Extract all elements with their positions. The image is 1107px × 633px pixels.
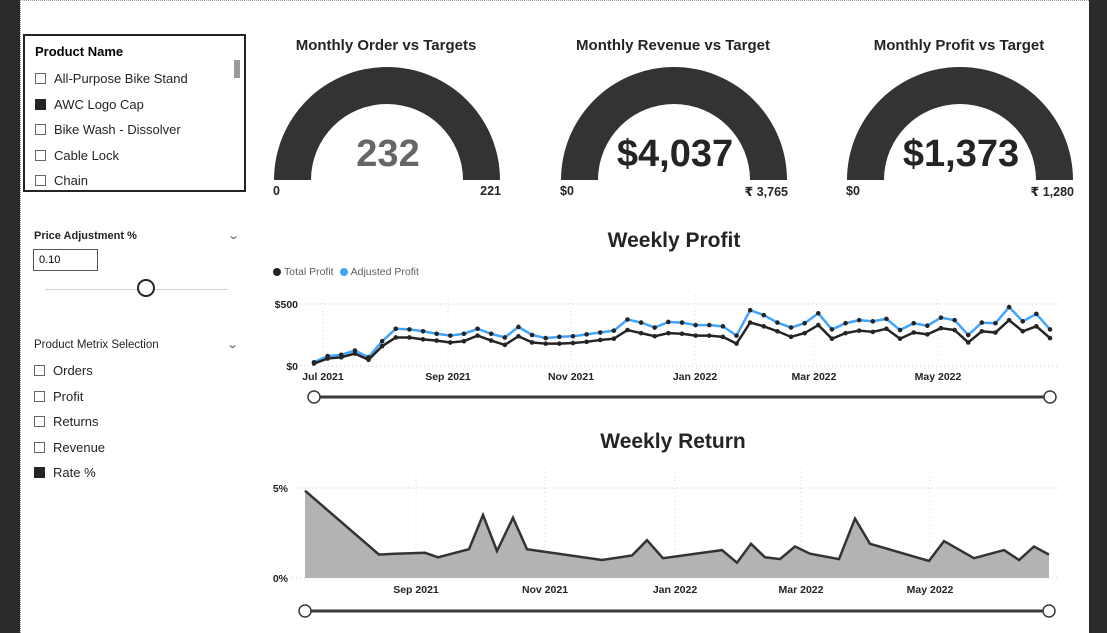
legend-total-profit: Total Profit — [284, 266, 334, 278]
gauge-value: $1,373 — [902, 133, 1020, 175]
metric-selection-item-label: Rate % — [53, 465, 96, 481]
price-adjustment-slider-handle[interactable] — [137, 279, 155, 297]
checkbox-unchecked-icon[interactable] — [34, 416, 45, 428]
price-adjustment-input[interactable] — [33, 249, 98, 271]
chevron-down-icon[interactable]: ⌄ — [226, 338, 239, 351]
product-slicer-title: Product Name — [35, 44, 124, 59]
weekly-profit-legend: Total Profit Adjusted Profit — [273, 266, 419, 278]
product-slicer-scrollbar[interactable] — [234, 60, 240, 78]
weekly-profit-title: Weekly Profit — [607, 229, 741, 252]
metric-selection-title: Product Metrix Selection — [34, 339, 159, 351]
gauge-value: $4,037 — [616, 133, 734, 175]
checkbox-unchecked-icon[interactable] — [35, 73, 46, 85]
product-name-slicer: Product Name All-Purpose Bike Stand AWC L… — [23, 34, 246, 192]
checkbox-unchecked-icon[interactable] — [34, 365, 45, 377]
checkbox-checked-icon[interactable] — [35, 98, 46, 110]
product-slicer-item[interactable]: All-Purpose Bike Stand — [35, 66, 188, 92]
checkbox-checked-icon[interactable] — [34, 467, 45, 479]
checkbox-unchecked-icon[interactable] — [34, 390, 45, 402]
product-slicer-item-label: All-Purpose Bike Stand — [54, 71, 188, 87]
gauge-min-label: 0 — [273, 184, 280, 198]
product-slicer-item-label: Cable Lock — [54, 147, 120, 163]
product-slicer-item[interactable]: Chain — [35, 168, 188, 194]
chevron-down-icon[interactable]: ⌄ — [227, 229, 240, 242]
metric-selection-item[interactable]: Profit — [34, 384, 105, 410]
checkbox-unchecked-icon[interactable] — [35, 175, 46, 187]
gauge-min-label: $0 — [846, 184, 860, 198]
gauge-value: 232 — [356, 133, 420, 175]
metric-selection-item[interactable]: Rate % — [34, 460, 105, 486]
checkbox-unchecked-icon[interactable] — [35, 149, 46, 161]
metric-selection-item-label: Profit — [53, 388, 84, 404]
gauge-min-label: $0 — [560, 184, 574, 198]
gauge-title: Monthly Order vs Targets — [295, 37, 477, 54]
metric-selection-item-label: Orders — [53, 363, 93, 379]
total-profit-legend-dot — [273, 268, 281, 276]
gauge-target-label: ₹ 3,765 — [744, 185, 788, 199]
gauge-title: Monthly Revenue vs Target — [576, 37, 770, 54]
product-slicer-item[interactable]: Cable Lock — [35, 143, 188, 169]
adjusted-profit-legend-dot — [339, 268, 348, 276]
product-slicer-item-label: Bike Wash - Dissolver — [54, 122, 181, 138]
gauge-target-label: 221 — [480, 184, 501, 198]
checkbox-unchecked-icon[interactable] — [35, 124, 46, 136]
price-adjustment-title: Price Adjustment % — [34, 230, 137, 242]
product-slicer-list: All-Purpose Bike Stand AWC Logo Cap Bike W… — [35, 66, 188, 194]
metric-selection-item[interactable]: Revenue — [34, 435, 105, 461]
metric-selection-item[interactable]: Returns — [34, 409, 105, 435]
checkbox-unchecked-icon[interactable] — [34, 441, 45, 453]
gauge-title: Monthly Profit vs Target — [873, 37, 1045, 54]
product-slicer-item-label: AWC Logo Cap — [54, 96, 144, 112]
product-slicer-item[interactable]: Bike Wash - Dissolver — [35, 117, 188, 143]
metric-selection-item[interactable]: Orders — [34, 358, 105, 384]
legend-adjusted-profit: Adjusted Profit — [350, 266, 419, 278]
gauge-target-label: ₹ 1,280 — [1030, 185, 1074, 199]
product-slicer-item-label: Chain — [54, 173, 88, 189]
product-slicer-item[interactable]: AWC Logo Cap — [35, 92, 188, 118]
weekly-return-title: Weekly Return — [600, 430, 746, 453]
metric-selection-list: Orders Profit Returns Revenue Rate % — [34, 358, 105, 486]
metric-selection-item-label: Returns — [53, 414, 99, 430]
metric-selection-item-label: Revenue — [53, 439, 106, 455]
